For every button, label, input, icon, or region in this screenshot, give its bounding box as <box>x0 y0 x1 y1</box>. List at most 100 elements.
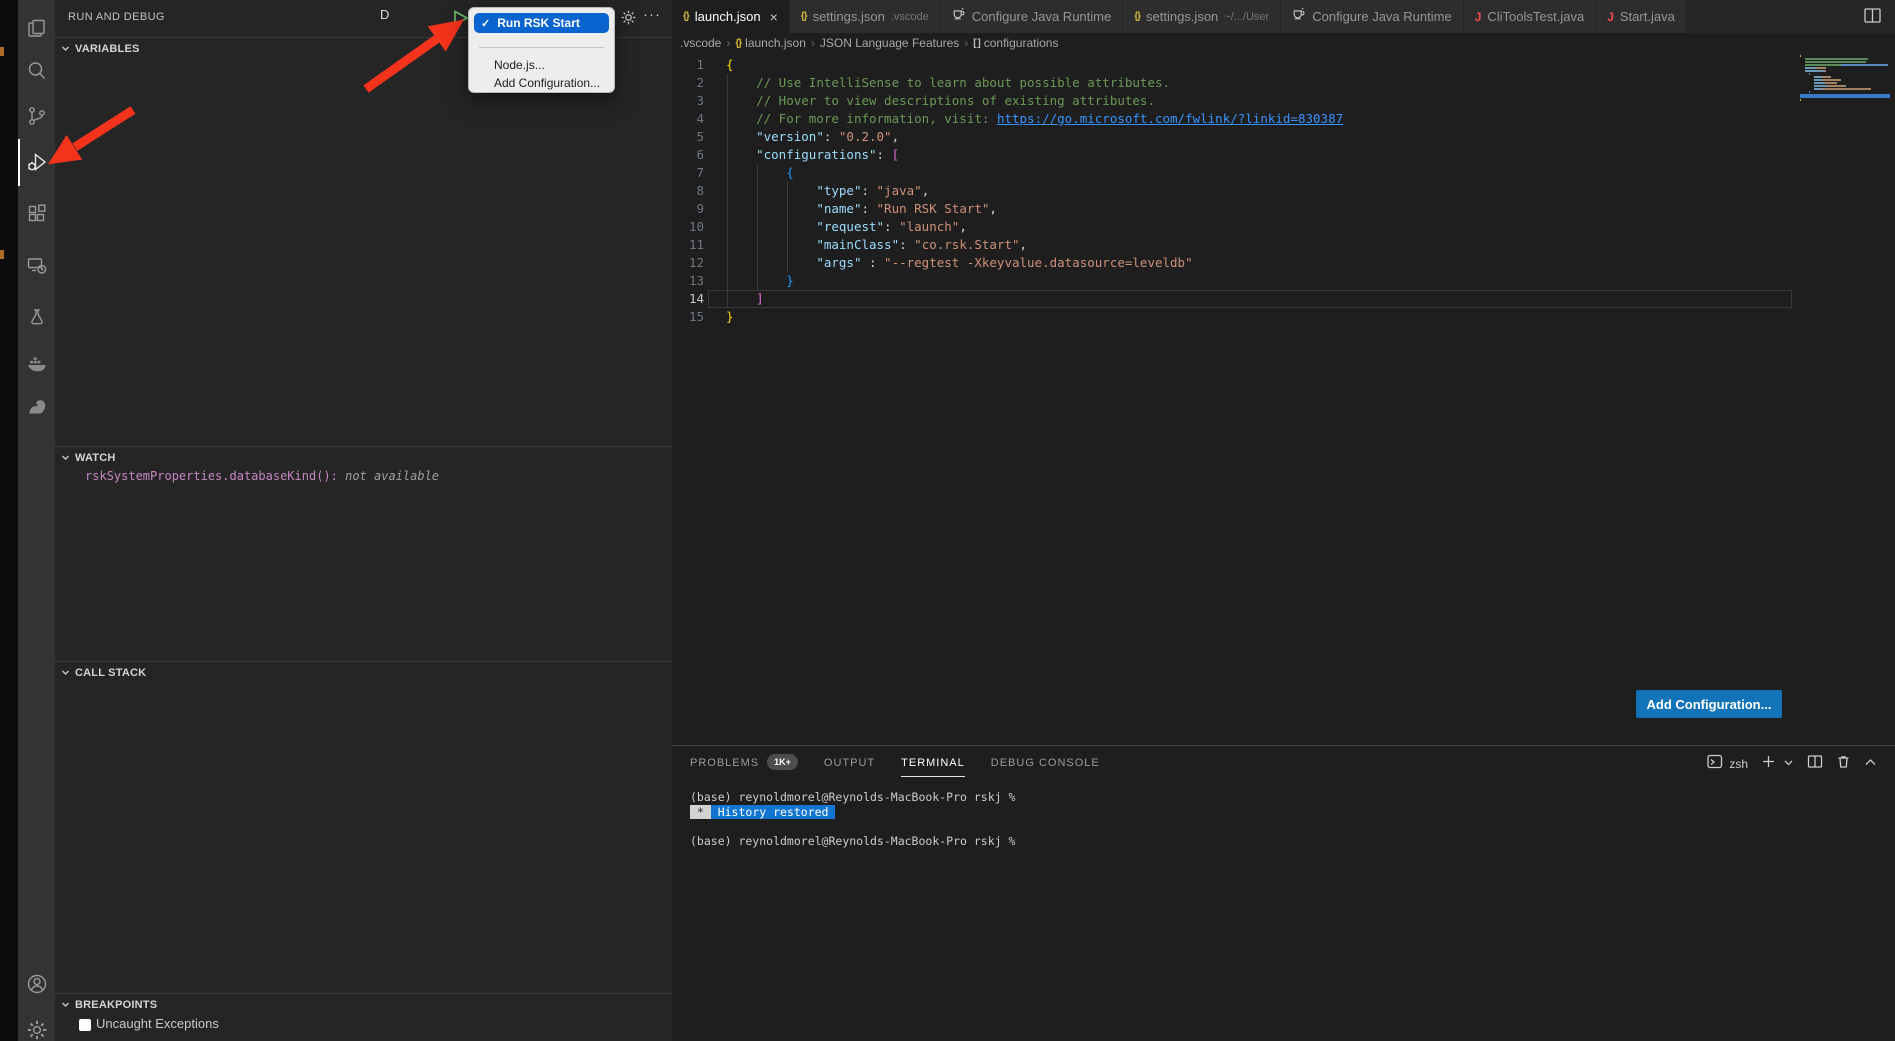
section-watch[interactable]: WATCH <box>55 446 672 468</box>
accounts-icon[interactable] <box>18 961 55 1007</box>
line-number[interactable]: 1 <box>672 56 704 74</box>
breadcrumb-separator: › <box>964 36 968 50</box>
terminal-shell-icon[interactable] <box>1707 754 1723 774</box>
breadcrumb-vscode[interactable]: .vscode <box>680 36 721 50</box>
search-icon[interactable] <box>18 48 55 94</box>
split-editor-icon[interactable] <box>1864 8 1881 28</box>
tab-clitoolstest-java-5[interactable]: JCliToolsTest.java <box>1464 0 1597 33</box>
line-number[interactable]: 3 <box>672 92 704 110</box>
minimap-line <box>1800 70 1890 72</box>
maximize-panel-icon[interactable] <box>1864 755 1877 773</box>
panel-tab-output[interactable]: OUTPUT <box>824 746 875 778</box>
remote-explorer-icon[interactable] <box>18 243 55 289</box>
settings-icon[interactable] <box>18 1007 55 1041</box>
code-line-3[interactable]: 3 // Hover to view descriptions of exist… <box>672 92 1792 110</box>
line-number[interactable]: 12 <box>672 254 704 272</box>
uncaught-exceptions-checkbox[interactable] <box>79 1019 91 1031</box>
tab-settings-json-3[interactable]: {}settings.json~/.../User <box>1123 0 1281 33</box>
line-number[interactable]: 15 <box>672 308 704 326</box>
tab-start-java-6[interactable]: JStart.java <box>1596 0 1687 33</box>
code-line-13[interactable]: 13 } <box>672 272 1792 290</box>
problems-count-badge: 1K+ <box>767 754 798 770</box>
code-line-5[interactable]: 5 "version": "0.2.0", <box>672 128 1792 146</box>
panel-tab-problems[interactable]: PROBLEMS1K+ <box>690 746 798 778</box>
breadcrumb-json-language-features[interactable]: JSON Language Features <box>820 36 959 50</box>
add-configuration-button[interactable]: Add Configuration... <box>1636 690 1782 718</box>
terminal-line: * History restored <box>690 805 1015 820</box>
terminal-output[interactable]: (base) reynoldmorel@Reynolds-MacBook-Pro… <box>690 790 1015 848</box>
new-terminal-icon[interactable] <box>1761 754 1776 774</box>
testing-icon[interactable] <box>18 295 55 341</box>
extensions-icon[interactable] <box>18 191 55 237</box>
code-line-10[interactable]: 10 "request": "launch", <box>672 218 1792 236</box>
menu-item-add-configuration[interactable]: Add Configuration... <box>494 76 600 90</box>
source-control-icon[interactable] <box>18 93 55 139</box>
check-icon: ✓ <box>481 17 490 30</box>
split-terminal-icon[interactable] <box>1807 754 1823 774</box>
line-number[interactable]: 8 <box>672 182 704 200</box>
more-actions-icon[interactable]: ··· <box>643 6 661 23</box>
menu-item-run-rsk-start[interactable]: ✓ Run RSK Start <box>474 13 609 33</box>
code-line-1[interactable]: 1{ <box>672 56 1792 74</box>
code-text: "name": "Run RSK Start", <box>708 200 1792 218</box>
toolbar-partial-text: D <box>380 7 389 22</box>
line-number[interactable]: 4 <box>672 110 704 128</box>
explorer-icon[interactable] <box>18 6 55 52</box>
code-line-15[interactable]: 15} <box>672 308 1792 326</box>
gear-icon[interactable] <box>620 9 637 31</box>
code-line-7[interactable]: 7 { <box>672 164 1792 182</box>
sidebar-title: RUN AND DEBUG <box>68 0 165 35</box>
gradle-icon[interactable] <box>18 383 55 429</box>
minimap[interactable] <box>1800 55 1890 102</box>
java-runtime-cup-icon <box>1292 7 1306 26</box>
shell-name[interactable]: zsh <box>1729 757 1748 771</box>
code-line-9[interactable]: 9 "name": "Run RSK Start", <box>672 200 1792 218</box>
line-number[interactable]: 9 <box>672 200 704 218</box>
java-icon: J <box>1607 10 1614 24</box>
code-line-12[interactable]: 12 "args" : "--regtest -Xkeyvalue.dataso… <box>672 254 1792 272</box>
line-number[interactable]: 5 <box>672 128 704 146</box>
line-number[interactable]: 11 <box>672 236 704 254</box>
panel-tab-debug-console[interactable]: DEBUG CONSOLE <box>991 746 1100 778</box>
breadcrumb-launch-json[interactable]: {}launch.json <box>735 36 806 50</box>
terminal-line: (base) reynoldmorel@Reynolds-MacBook-Pro… <box>690 790 1015 805</box>
line-number[interactable]: 2 <box>672 74 704 92</box>
line-number[interactable]: 14 <box>672 290 704 308</box>
line-number[interactable]: 7 <box>672 164 704 182</box>
array-icon: [ ] <box>973 38 979 49</box>
terminal-line <box>690 819 1015 834</box>
code-line-4[interactable]: 4 // For more information, visit: https:… <box>672 110 1792 128</box>
minimap-line <box>1800 76 1890 78</box>
launch-profile-chevron-icon[interactable] <box>1783 755 1794 773</box>
breadcrumb-configurations[interactable]: [ ]configurations <box>973 36 1058 50</box>
watch-expression[interactable]: rskSystemProperties.databaseKind(): not … <box>85 469 439 483</box>
code-editor[interactable]: 1{2 // Use IntelliSense to learn about p… <box>672 56 1792 326</box>
tab-settings-json-1[interactable]: {}settings.json.vscode <box>790 0 941 33</box>
code-line-6[interactable]: 6 "configurations": [ <box>672 146 1792 164</box>
code-line-14[interactable]: 14 ] <box>672 290 1792 308</box>
line-number[interactable]: 10 <box>672 218 704 236</box>
menu-item-nodejs[interactable]: Node.js... <box>494 58 545 72</box>
code-text: "mainClass": "co.rsk.Start", <box>708 236 1792 254</box>
section-call-stack[interactable]: CALL STACK <box>55 661 672 683</box>
tab-configure-java-runtime-4[interactable]: Configure Java Runtime <box>1281 0 1463 33</box>
code-line-8[interactable]: 8 "type": "java", <box>672 182 1792 200</box>
close-tab-icon[interactable]: × <box>770 9 778 25</box>
minimap-line <box>1800 58 1890 60</box>
run-and-debug-icon[interactable] <box>18 139 55 185</box>
section-breakpoints[interactable]: BREAKPOINTS <box>55 993 672 1015</box>
breadcrumb-separator: › <box>726 36 730 50</box>
code-text: // Use IntelliSense to learn about possi… <box>708 74 1792 92</box>
panel-tab-terminal[interactable]: TERMINAL <box>901 746 965 778</box>
kill-terminal-icon[interactable] <box>1836 754 1851 774</box>
desktop-edge <box>0 0 18 1041</box>
docker-icon[interactable] <box>18 341 55 387</box>
java-icon: J <box>1475 10 1482 24</box>
line-number[interactable]: 6 <box>672 146 704 164</box>
code-text: // Hover to view descriptions of existin… <box>708 92 1792 110</box>
code-line-2[interactable]: 2 // Use IntelliSense to learn about pos… <box>672 74 1792 92</box>
tab-configure-java-runtime-2[interactable]: Configure Java Runtime <box>941 0 1123 33</box>
line-number[interactable]: 13 <box>672 272 704 290</box>
tab-launch-json-0[interactable]: {}launch.json× <box>672 0 790 33</box>
code-line-11[interactable]: 11 "mainClass": "co.rsk.Start", <box>672 236 1792 254</box>
